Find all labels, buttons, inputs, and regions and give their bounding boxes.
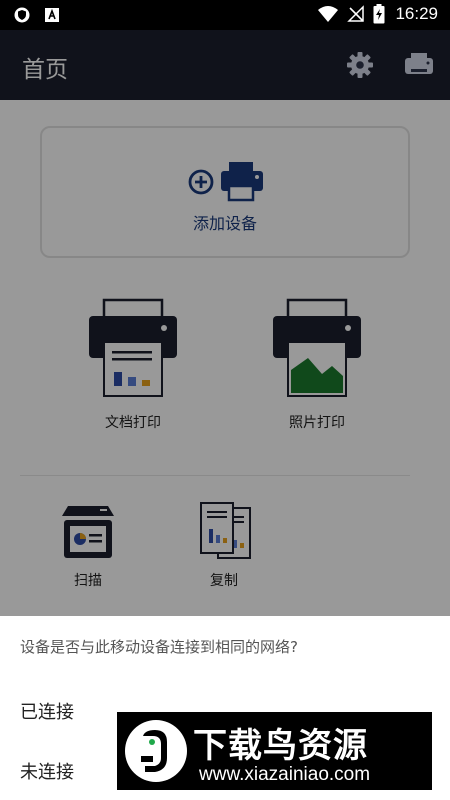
watermark-url: www.xiazainiao.com	[199, 764, 371, 785]
not-connected-option[interactable]: 未连接	[20, 758, 74, 784]
connected-option[interactable]: 已连接	[20, 698, 74, 724]
sheet-question: 设备是否与此移动设备连接到相同的网络?	[20, 638, 298, 656]
shield-app-icon	[14, 7, 30, 23]
status-time: 16:29	[395, 4, 438, 23]
battery-charging-icon	[373, 4, 385, 24]
wifi-icon	[318, 6, 339, 22]
modal-scrim[interactable]	[0, 30, 450, 616]
a-app-icon	[45, 8, 59, 22]
printer-icon[interactable]	[404, 52, 434, 78]
no-signal-icon	[347, 5, 365, 22]
watermark-name: 下载鸟资源	[193, 726, 368, 766]
gear-icon[interactable]	[346, 51, 374, 79]
bird-logo-icon	[125, 720, 187, 782]
status-bar: 16:29	[0, 0, 450, 30]
watermark-banner: 下载鸟资源 www.xiazainiao.com	[117, 712, 432, 790]
